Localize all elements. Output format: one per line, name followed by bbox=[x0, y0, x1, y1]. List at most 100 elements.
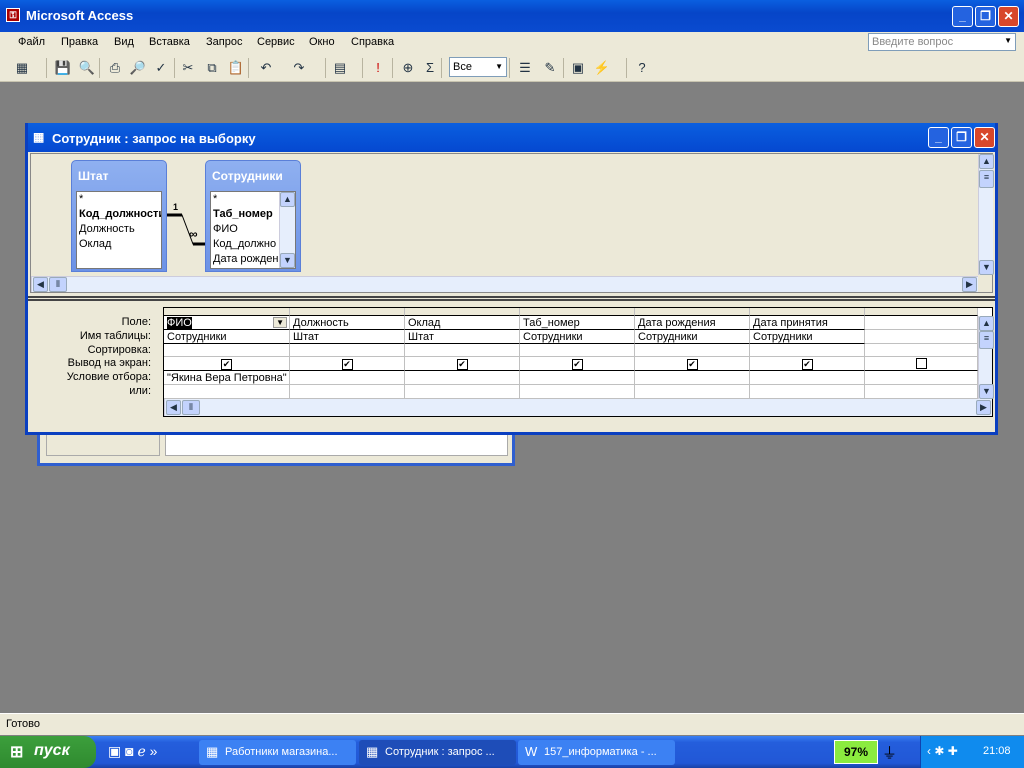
scroll-thumb[interactable]: ≡ bbox=[979, 331, 994, 349]
table-pane-hscroll[interactable]: ◀ ⦀ ▶ bbox=[31, 276, 978, 292]
taskbar-task[interactable]: W 157_информатика - ... bbox=[518, 740, 675, 765]
table-field[interactable]: Дата рожден bbox=[213, 253, 279, 265]
show-cell[interactable]: ✔ bbox=[405, 357, 520, 371]
criteria-cell[interactable] bbox=[520, 371, 635, 385]
column-selector[interactable] bbox=[164, 308, 290, 316]
table-sotrudniki[interactable]: Сотрудники ▲ ▼ * Таб_номер ФИО Код_должно Да… bbox=[205, 160, 301, 272]
search-icon[interactable]: 🔍 bbox=[77, 58, 97, 78]
table-field[interactable]: * bbox=[79, 193, 83, 205]
table-field[interactable]: Оклад bbox=[79, 238, 111, 250]
menu-item[interactable]: Окно bbox=[309, 36, 335, 48]
scroll-up-icon[interactable]: ▲ bbox=[979, 154, 994, 169]
show-table-icon[interactable]: ⊕ bbox=[398, 58, 418, 78]
table-shtat[interactable]: Штат * Код_должности Должность Оклад bbox=[71, 160, 167, 272]
table-field[interactable]: Должность bbox=[79, 223, 135, 235]
start-button[interactable]: ⊞ пуск bbox=[0, 736, 96, 768]
or-cell[interactable] bbox=[405, 385, 520, 399]
or-cell[interactable] bbox=[750, 385, 865, 399]
tray-icons[interactable]: ‹ ✱ ✚ bbox=[927, 744, 958, 758]
or-cell[interactable] bbox=[635, 385, 750, 399]
show-cell[interactable]: ✔ bbox=[635, 357, 750, 371]
sort-cell[interactable] bbox=[520, 344, 635, 357]
menu-item[interactable]: Правка bbox=[61, 36, 98, 48]
view-icon[interactable]: ▦ bbox=[12, 58, 32, 78]
sort-cell[interactable] bbox=[405, 344, 520, 357]
table-pane-vscroll[interactable]: ▲ ≡ ▼ bbox=[978, 154, 994, 275]
builder-icon[interactable]: ✎ bbox=[540, 58, 560, 78]
menu-item[interactable]: Справка bbox=[351, 36, 394, 48]
scroll-right-icon[interactable]: ▶ bbox=[976, 400, 991, 415]
table-field[interactable]: Код_должно bbox=[213, 238, 276, 250]
criteria-cell[interactable] bbox=[405, 371, 520, 385]
table-cell[interactable]: Сотрудники bbox=[164, 330, 290, 344]
or-cell[interactable] bbox=[520, 385, 635, 399]
field-cell[interactable]: ФИО ▼ bbox=[164, 316, 290, 330]
field-cell[interactable]: Таб_номер bbox=[520, 316, 635, 330]
table-field[interactable]: ФИО bbox=[213, 223, 238, 235]
paste-icon[interactable]: 📋 bbox=[226, 58, 246, 78]
help-icon[interactable]: ? bbox=[632, 58, 652, 78]
sort-cell[interactable] bbox=[164, 344, 290, 357]
cut-icon[interactable]: ✂ bbox=[178, 58, 198, 78]
close-button[interactable]: ✕ bbox=[998, 6, 1019, 27]
show-checkbox[interactable]: ✔ bbox=[801, 359, 813, 370]
field-cell[interactable]: Дата принятия bbox=[750, 316, 865, 330]
sort-cell[interactable] bbox=[635, 344, 750, 357]
query-type-icon[interactable]: ▤ bbox=[330, 58, 350, 78]
query-minimize-button[interactable]: _ bbox=[928, 127, 949, 148]
menu-item[interactable]: Файл bbox=[18, 36, 45, 48]
battery-indicator[interactable]: 97% bbox=[834, 740, 878, 764]
show-cell[interactable]: ✔ bbox=[164, 357, 290, 371]
redo-icon[interactable]: ↷ bbox=[289, 58, 309, 78]
scroll-right-icon[interactable]: ▶ bbox=[962, 277, 977, 292]
properties-icon[interactable]: ☰ bbox=[515, 58, 535, 78]
taskbar-task[interactable]: ▦ Сотрудник : запрос ... bbox=[359, 740, 516, 765]
copy-icon[interactable]: ⧉ bbox=[202, 58, 222, 78]
minimize-button[interactable]: _ bbox=[952, 6, 973, 27]
show-checkbox[interactable]: ✔ bbox=[686, 359, 698, 370]
show-checkbox[interactable]: ✔ bbox=[221, 359, 232, 370]
show-checkbox[interactable]: ✔ bbox=[456, 359, 468, 370]
column-selector[interactable] bbox=[290, 308, 405, 316]
maximize-button[interactable]: ❐ bbox=[975, 6, 996, 27]
column-selector[interactable] bbox=[635, 308, 750, 316]
show-checkbox[interactable]: ✔ bbox=[341, 359, 353, 370]
show-checkbox[interactable]: ✔ bbox=[571, 359, 583, 370]
sort-cell[interactable] bbox=[865, 344, 978, 357]
field-cell[interactable] bbox=[865, 316, 978, 330]
or-cell[interactable] bbox=[290, 385, 405, 399]
table-cell[interactable]: Штат bbox=[405, 330, 520, 344]
column-selector[interactable] bbox=[750, 308, 865, 316]
table-cell[interactable]: Сотрудники bbox=[750, 330, 865, 344]
show-cell[interactable]: ✔ bbox=[290, 357, 405, 371]
menu-item[interactable]: Сервис bbox=[257, 36, 295, 48]
scroll-left-icon[interactable]: ◀ bbox=[33, 277, 48, 292]
run-icon[interactable]: ! bbox=[368, 58, 388, 78]
taskbar-task[interactable]: ▦ Работники магазина... bbox=[199, 740, 356, 765]
scroll-thumb[interactable]: ≡ bbox=[979, 170, 994, 188]
field-cell[interactable]: Оклад bbox=[405, 316, 520, 330]
table-field[interactable]: Код_должности bbox=[79, 208, 161, 220]
show-cell[interactable] bbox=[865, 357, 978, 371]
scroll-down-icon[interactable]: ▼ bbox=[979, 384, 994, 399]
field-cell[interactable]: Дата рождения bbox=[635, 316, 750, 330]
grid-vscroll[interactable]: ▲ ≡ ▼ bbox=[978, 316, 994, 399]
field-cell[interactable]: Должность bbox=[290, 316, 405, 330]
show-checkbox[interactable] bbox=[915, 358, 927, 369]
table-field[interactable]: * bbox=[213, 193, 217, 205]
top-values-select[interactable]: Все ▼ bbox=[449, 57, 507, 77]
show-cell[interactable]: ✔ bbox=[750, 357, 865, 371]
query-close-button[interactable]: ✕ bbox=[974, 127, 995, 148]
database-window-icon[interactable]: ▣ bbox=[568, 58, 588, 78]
or-cell[interactable] bbox=[164, 385, 290, 399]
criteria-cell[interactable] bbox=[635, 371, 750, 385]
sort-cell[interactable] bbox=[750, 344, 865, 357]
grid-hscroll[interactable]: ◀ ⦀ ▶ bbox=[164, 399, 992, 416]
totals-icon[interactable]: Σ bbox=[420, 58, 440, 78]
query-maximize-button[interactable]: ❐ bbox=[951, 127, 972, 148]
scroll-up-icon[interactable]: ▲ bbox=[280, 192, 295, 207]
chevron-down-icon[interactable]: ▼ bbox=[273, 317, 287, 328]
help-search-input[interactable]: Введите вопрос ▼ bbox=[868, 33, 1016, 51]
design-grid[interactable]: ФИО ▼ Сотрудники ✔ "Якина Вера Петровна" Долж… bbox=[163, 307, 994, 417]
column-selector[interactable] bbox=[865, 308, 978, 316]
